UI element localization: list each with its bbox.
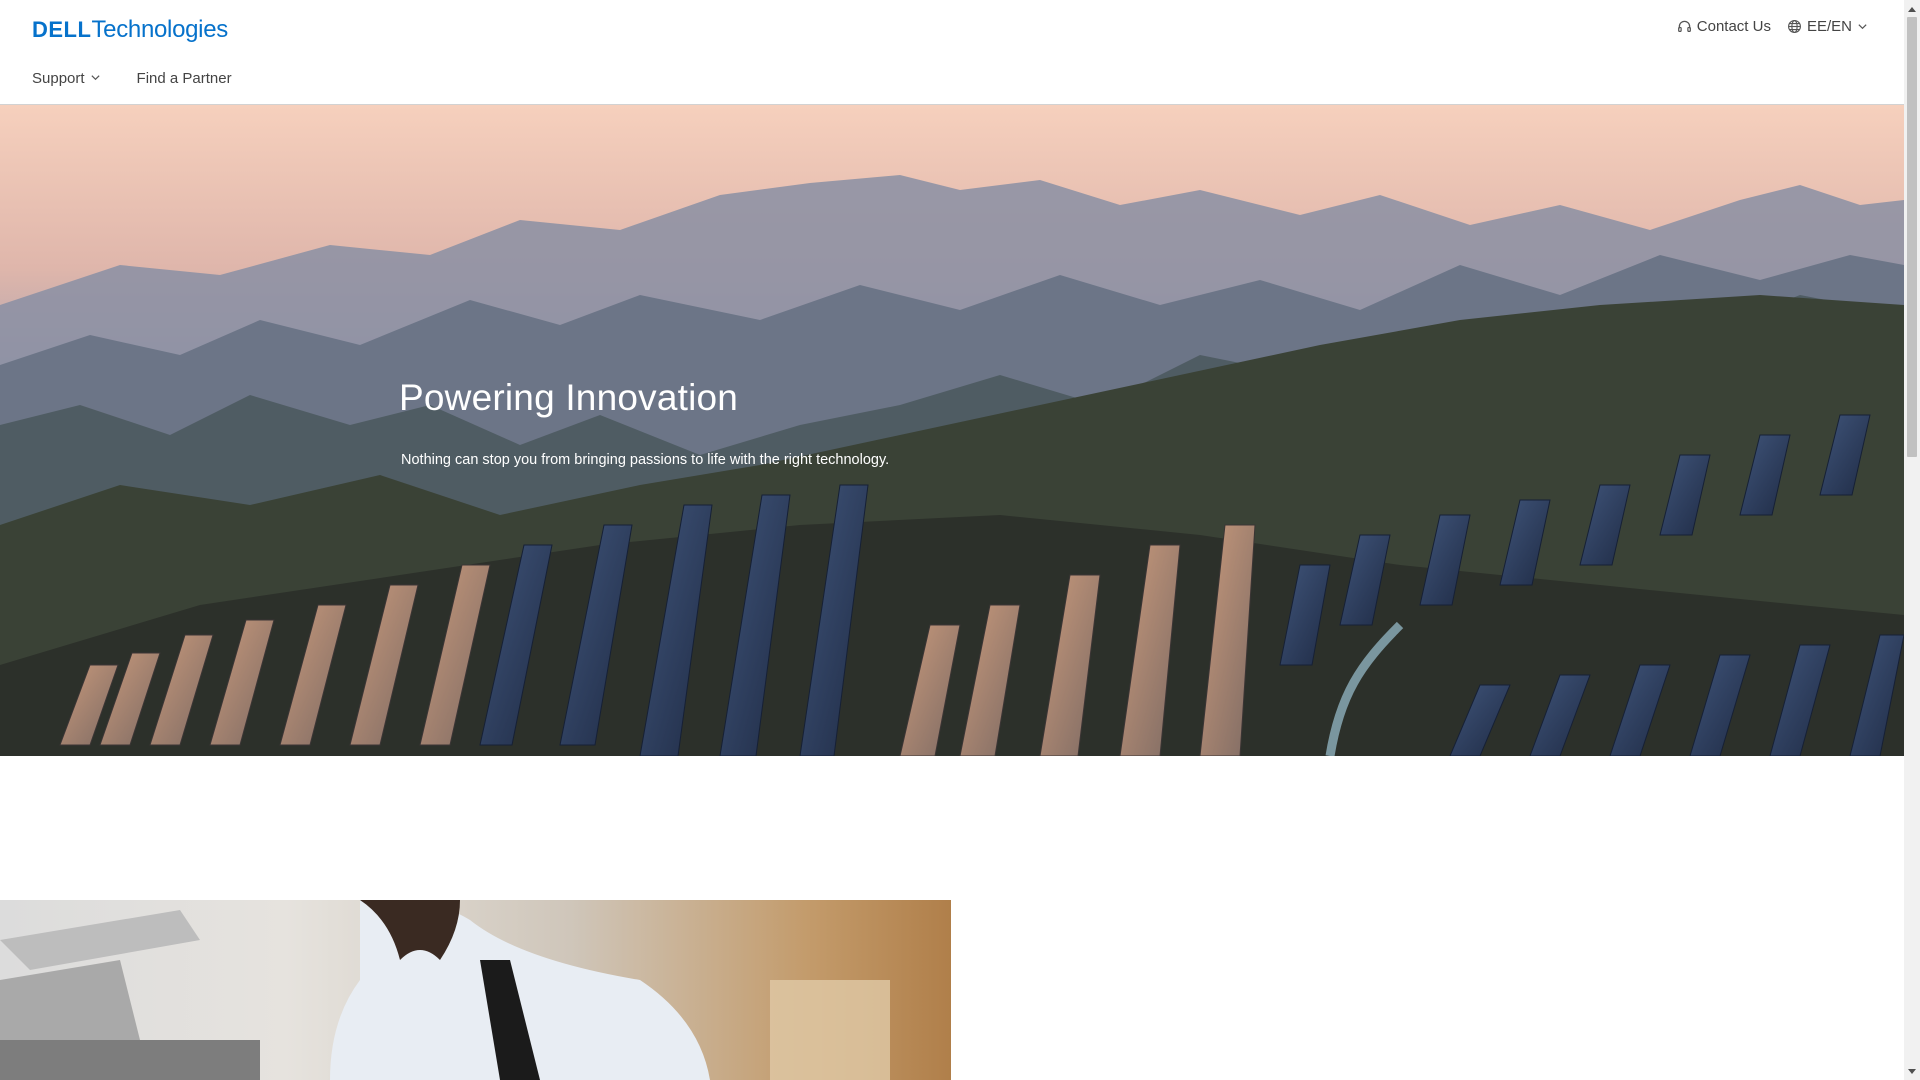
hero-banner: Powering Innovation Nothing can stop you… <box>0 105 1904 756</box>
nav-find-a-partner[interactable]: Find a Partner <box>137 70 232 87</box>
scrollbar-thumb[interactable] <box>1907 17 1917 457</box>
nav-support[interactable]: Support <box>32 70 101 87</box>
page-scrollbar[interactable] <box>1904 0 1920 1080</box>
locale-selector[interactable]: EE/EN <box>1787 18 1868 35</box>
headset-icon <box>1677 19 1692 34</box>
nav-support-label: Support <box>32 70 85 87</box>
hero-subtitle: Nothing can stop you from bringing passi… <box>401 452 890 468</box>
globe-icon <box>1787 19 1802 34</box>
scroll-down-arrow-icon[interactable] <box>1904 1063 1920 1080</box>
logo-brand: DELL <box>32 17 92 42</box>
utility-nav: Contact Us EE/EN <box>1677 18 1868 35</box>
main-nav: Support Find a Partner <box>32 70 232 87</box>
hero-landscape-image <box>0 105 1904 756</box>
scroll-up-arrow-icon[interactable] <box>1904 0 1920 17</box>
hero-title: Powering Innovation <box>399 377 739 418</box>
page: DELL Technologies Contact Us EE/EN Suppo… <box>0 0 1904 1080</box>
contact-us-label: Contact Us <box>1696 18 1771 35</box>
locale-label: EE/EN <box>1806 18 1852 35</box>
site-header: DELL Technologies Contact Us EE/EN Suppo… <box>0 0 1904 105</box>
office-scene-graphic <box>0 900 890 1080</box>
contact-us-link[interactable]: Contact Us <box>1677 18 1771 35</box>
dell-technologies-logo[interactable]: DELL Technologies <box>32 16 228 44</box>
nav-partner-label: Find a Partner <box>136 70 232 87</box>
chevron-down-icon <box>1857 21 1868 32</box>
logo-suffix: Technologies <box>91 16 228 43</box>
office-worker-image <box>0 900 951 1080</box>
chevron-down-icon <box>90 70 101 87</box>
